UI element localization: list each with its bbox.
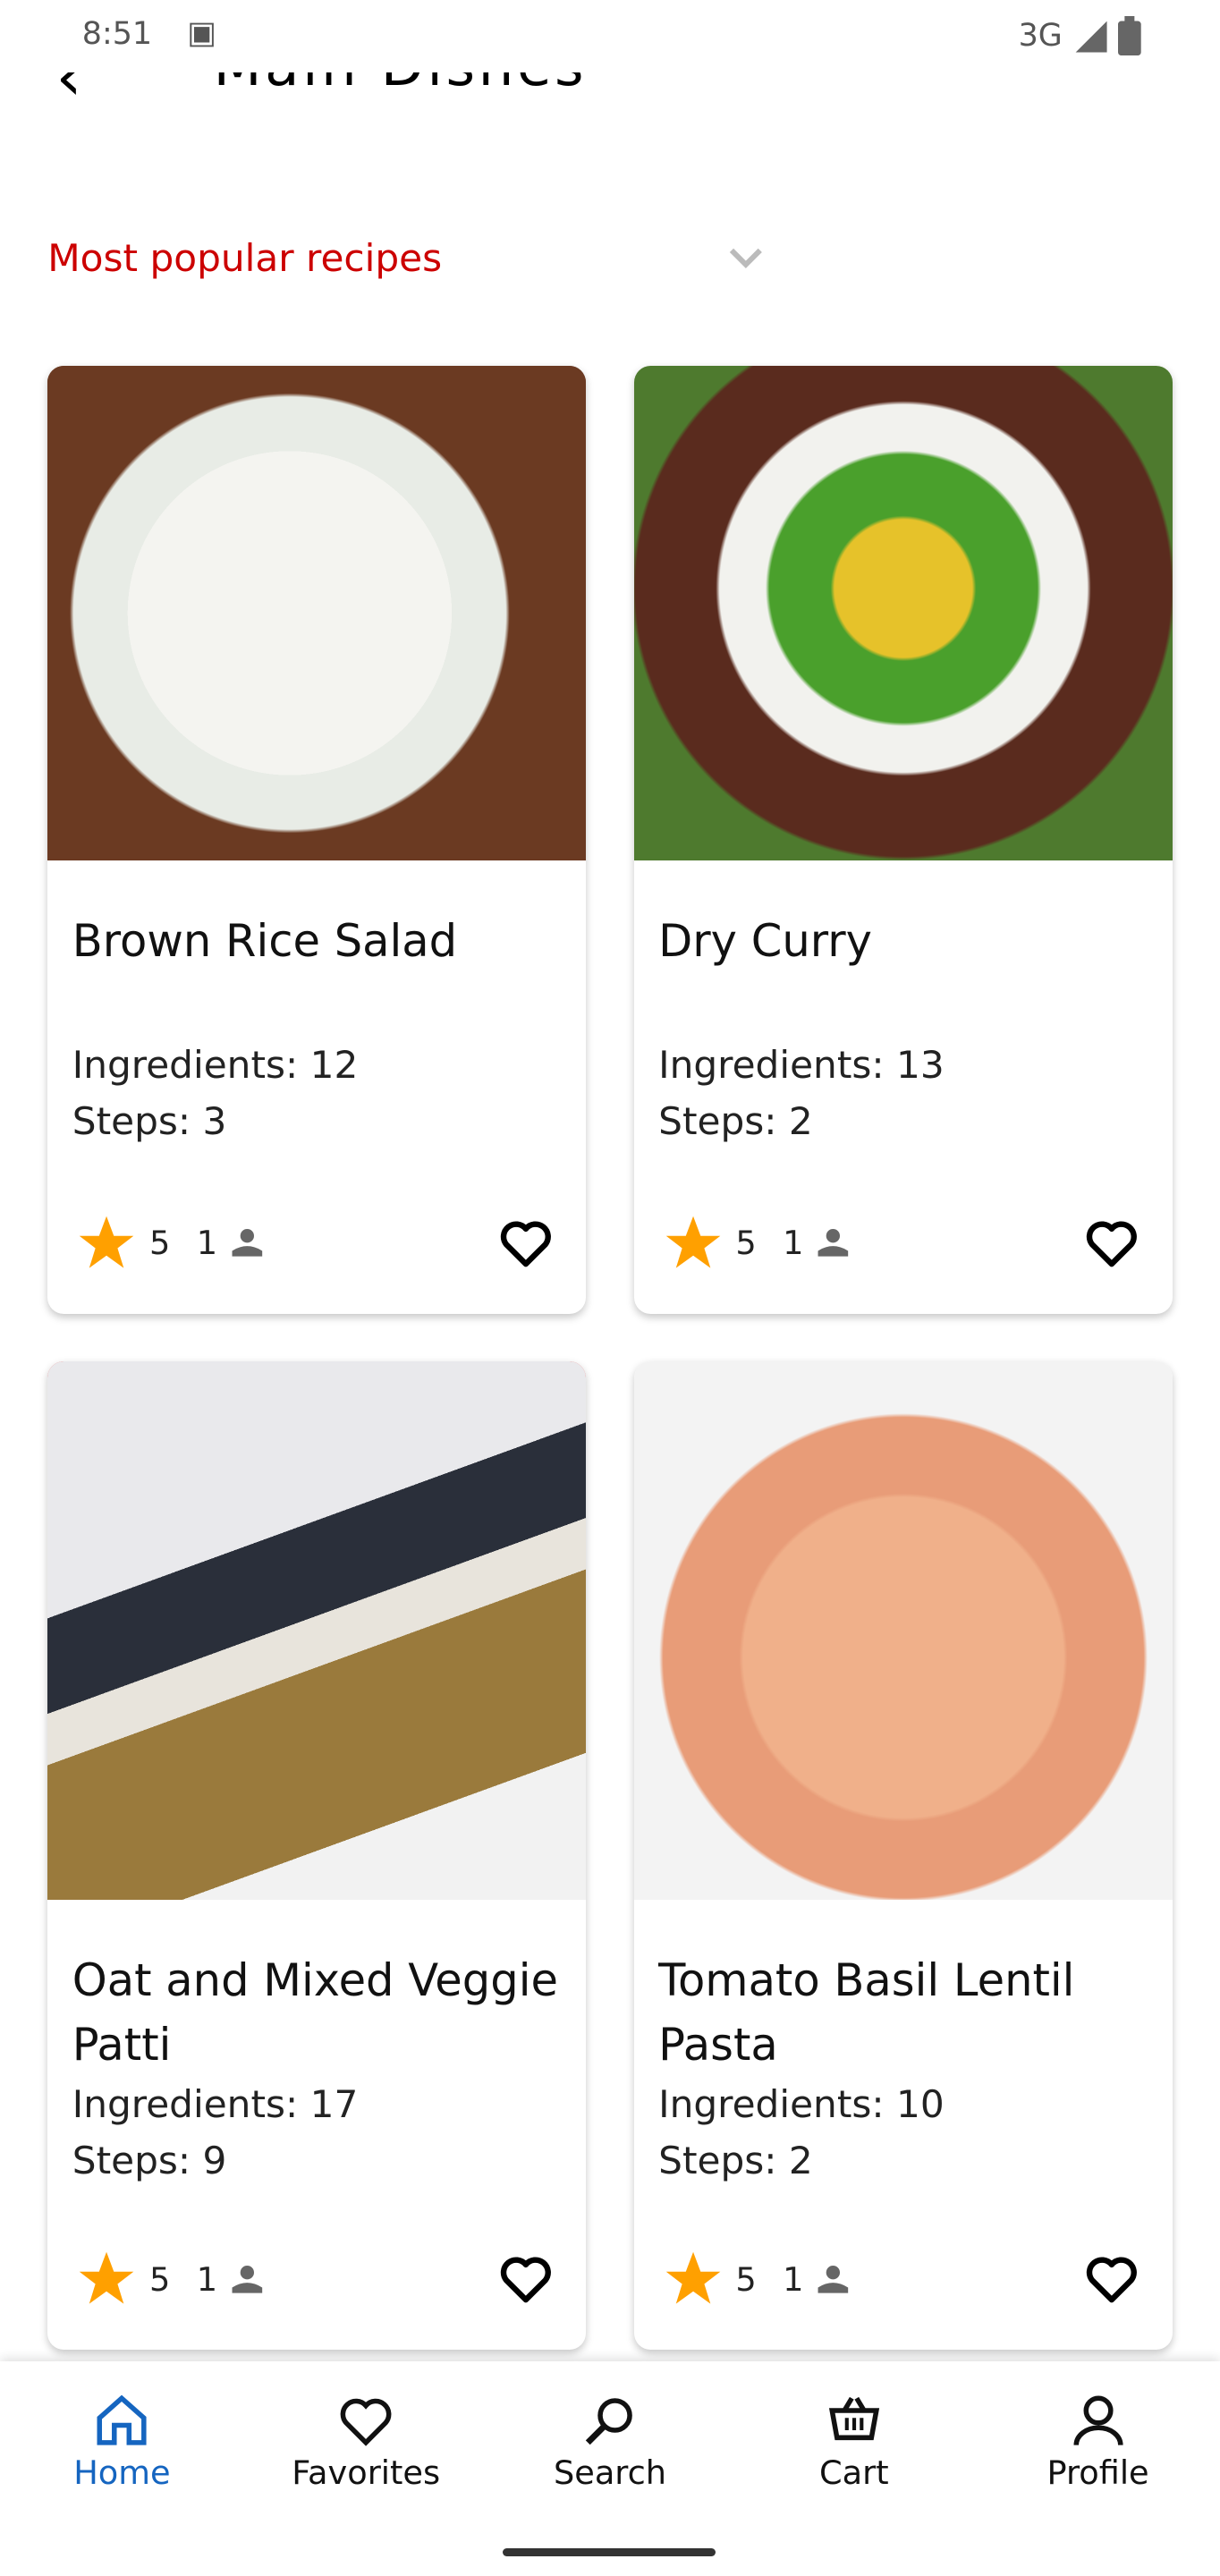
home-icon — [97, 2394, 147, 2445]
review-count: 1 — [196, 2259, 218, 2299]
favorite-heart-icon[interactable] — [1080, 1212, 1143, 1275]
bottom-nav: Home Favorites Search Cart Profile — [0, 2360, 1220, 2575]
recipe-name: Oat and Mixed Veggie Patti — [72, 1954, 558, 2071]
nav-home[interactable]: Home — [0, 2361, 244, 2575]
ingredients-count: Ingredients: 12 — [72, 1043, 359, 1088]
recipe-name: Brown Rice Salad — [72, 915, 458, 968]
nav-label: Home — [73, 2453, 171, 2492]
user-icon — [232, 1229, 262, 1257]
rating-value: 5 — [149, 1224, 171, 1263]
favorite-heart-icon[interactable] — [1080, 2248, 1143, 2310]
favorite-heart-icon[interactable] — [495, 2248, 557, 2310]
recipe-image — [47, 1360, 587, 1901]
sort-dropdown[interactable]: Most popular recipes — [47, 230, 1173, 295]
person-icon — [1073, 2395, 1123, 2445]
app-screen: 8:51 ▣ 3G ‹ Main Dishes Most popular rec… — [0, 0, 1220, 2575]
star-icon — [665, 1216, 720, 1268]
review-count: 1 — [783, 2259, 804, 2299]
search-icon — [585, 2398, 632, 2445]
chevron-down-icon — [729, 249, 762, 269]
recipe-card[interactable]: Oat and Mixed Veggie Patti Ingredients: … — [47, 1360, 587, 2351]
status-bar: 8:51 ▣ 3G — [0, 0, 1220, 72]
steps-count: Steps: 2 — [658, 1098, 813, 1143]
signal-icon — [1075, 21, 1107, 53]
recipe-card[interactable]: Dry Curry Ingredients: 13 Steps: 2 5 1 — [633, 366, 1173, 1314]
section-title: Most popular recipes — [47, 236, 443, 281]
user-icon — [818, 1229, 849, 1257]
recipe-meta: Ingredients: 17 Steps: 9 — [72, 2077, 359, 2189]
recipe-card[interactable]: Tomato Basil Lentil Pasta Ingredients: 1… — [633, 1360, 1173, 2351]
recipe-meta: Ingredients: 13 Steps: 2 — [658, 1038, 945, 1149]
star-icon — [665, 2251, 720, 2304]
favorite-heart-icon[interactable] — [495, 1212, 557, 1275]
nav-label: Cart — [818, 2453, 889, 2492]
steps-count: Steps: 2 — [658, 2138, 813, 2182]
recipe-name: Tomato Basil Lentil Pasta — [658, 1954, 1075, 2071]
recipe-image — [633, 366, 1173, 860]
nav-search[interactable]: Search — [488, 2361, 733, 2575]
nav-label: Profile — [1046, 2453, 1149, 2492]
star-icon — [80, 2251, 134, 2304]
rating-value: 5 — [735, 2259, 757, 2299]
review-count: 1 — [196, 1224, 218, 1263]
recipe-image — [633, 1360, 1173, 1901]
nav-label: Search — [553, 2453, 667, 2492]
steps-count: Steps: 3 — [72, 1098, 227, 1143]
battery-icon — [1118, 16, 1141, 56]
nav-favorites[interactable]: Favorites — [244, 2361, 488, 2575]
nav-label: Favorites — [292, 2453, 441, 2492]
sim-icon: ▣ — [187, 14, 217, 51]
recipe-name: Dry Curry — [658, 915, 872, 968]
user-icon — [232, 2265, 262, 2293]
ingredients-count: Ingredients: 17 — [72, 2082, 359, 2127]
gesture-handle[interactable] — [502, 2548, 716, 2557]
recipe-meta: Ingredients: 10 Steps: 2 — [658, 2077, 945, 2189]
card-footer: 5 1 — [77, 1210, 556, 1275]
card-footer: 5 1 — [77, 2246, 556, 2311]
rating-value: 5 — [149, 2259, 171, 2299]
star-icon — [80, 1216, 134, 1268]
status-time: 8:51 — [81, 16, 153, 53]
user-icon — [818, 2265, 849, 2293]
card-footer: 5 1 — [664, 2246, 1143, 2311]
recipe-meta: Ingredients: 12 Steps: 3 — [72, 1038, 359, 1149]
ingredients-count: Ingredients: 13 — [658, 1043, 945, 1088]
card-footer: 5 1 — [664, 1210, 1143, 1275]
steps-count: Steps: 9 — [72, 2138, 227, 2182]
rating-value: 5 — [735, 1224, 757, 1263]
nav-profile[interactable]: Profile — [976, 2361, 1220, 2575]
recipe-image — [47, 366, 587, 860]
heart-icon — [340, 2398, 392, 2446]
nav-cart[interactable]: Cart — [732, 2361, 976, 2575]
ingredients-count: Ingredients: 10 — [658, 2082, 945, 2127]
recipe-card[interactable]: Brown Rice Salad Ingredients: 12 Steps: … — [47, 366, 587, 1314]
cart-icon — [828, 2396, 879, 2440]
network-type: 3G — [1018, 18, 1063, 55]
review-count: 1 — [783, 1224, 804, 1263]
